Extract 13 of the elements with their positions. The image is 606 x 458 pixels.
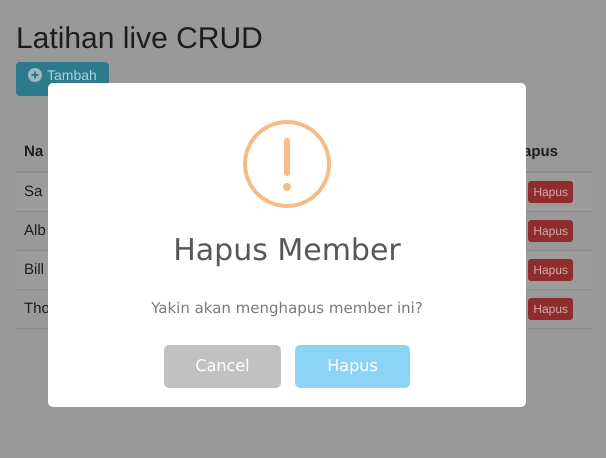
dialog-title: Hapus Member bbox=[173, 233, 401, 269]
table-cell-text: Bill bbox=[23, 260, 44, 280]
table-cell-text: Sa bbox=[23, 182, 42, 202]
delete-button[interactable]: Hapus bbox=[528, 181, 573, 203]
table-cell-text: Alb bbox=[23, 220, 46, 241]
dialog-message: Yakin akan menghapus member ini? bbox=[151, 298, 423, 319]
page-title: Latihan live CRUD bbox=[16, 22, 263, 56]
column-header: Na bbox=[23, 142, 44, 162]
plus-circle-icon bbox=[28, 68, 42, 82]
delete-button[interactable]: Hapus bbox=[528, 220, 573, 242]
delete-button[interactable]: Hapus bbox=[528, 298, 573, 320]
warning-icon bbox=[243, 120, 331, 208]
delete-button[interactable]: Hapus bbox=[528, 259, 573, 281]
